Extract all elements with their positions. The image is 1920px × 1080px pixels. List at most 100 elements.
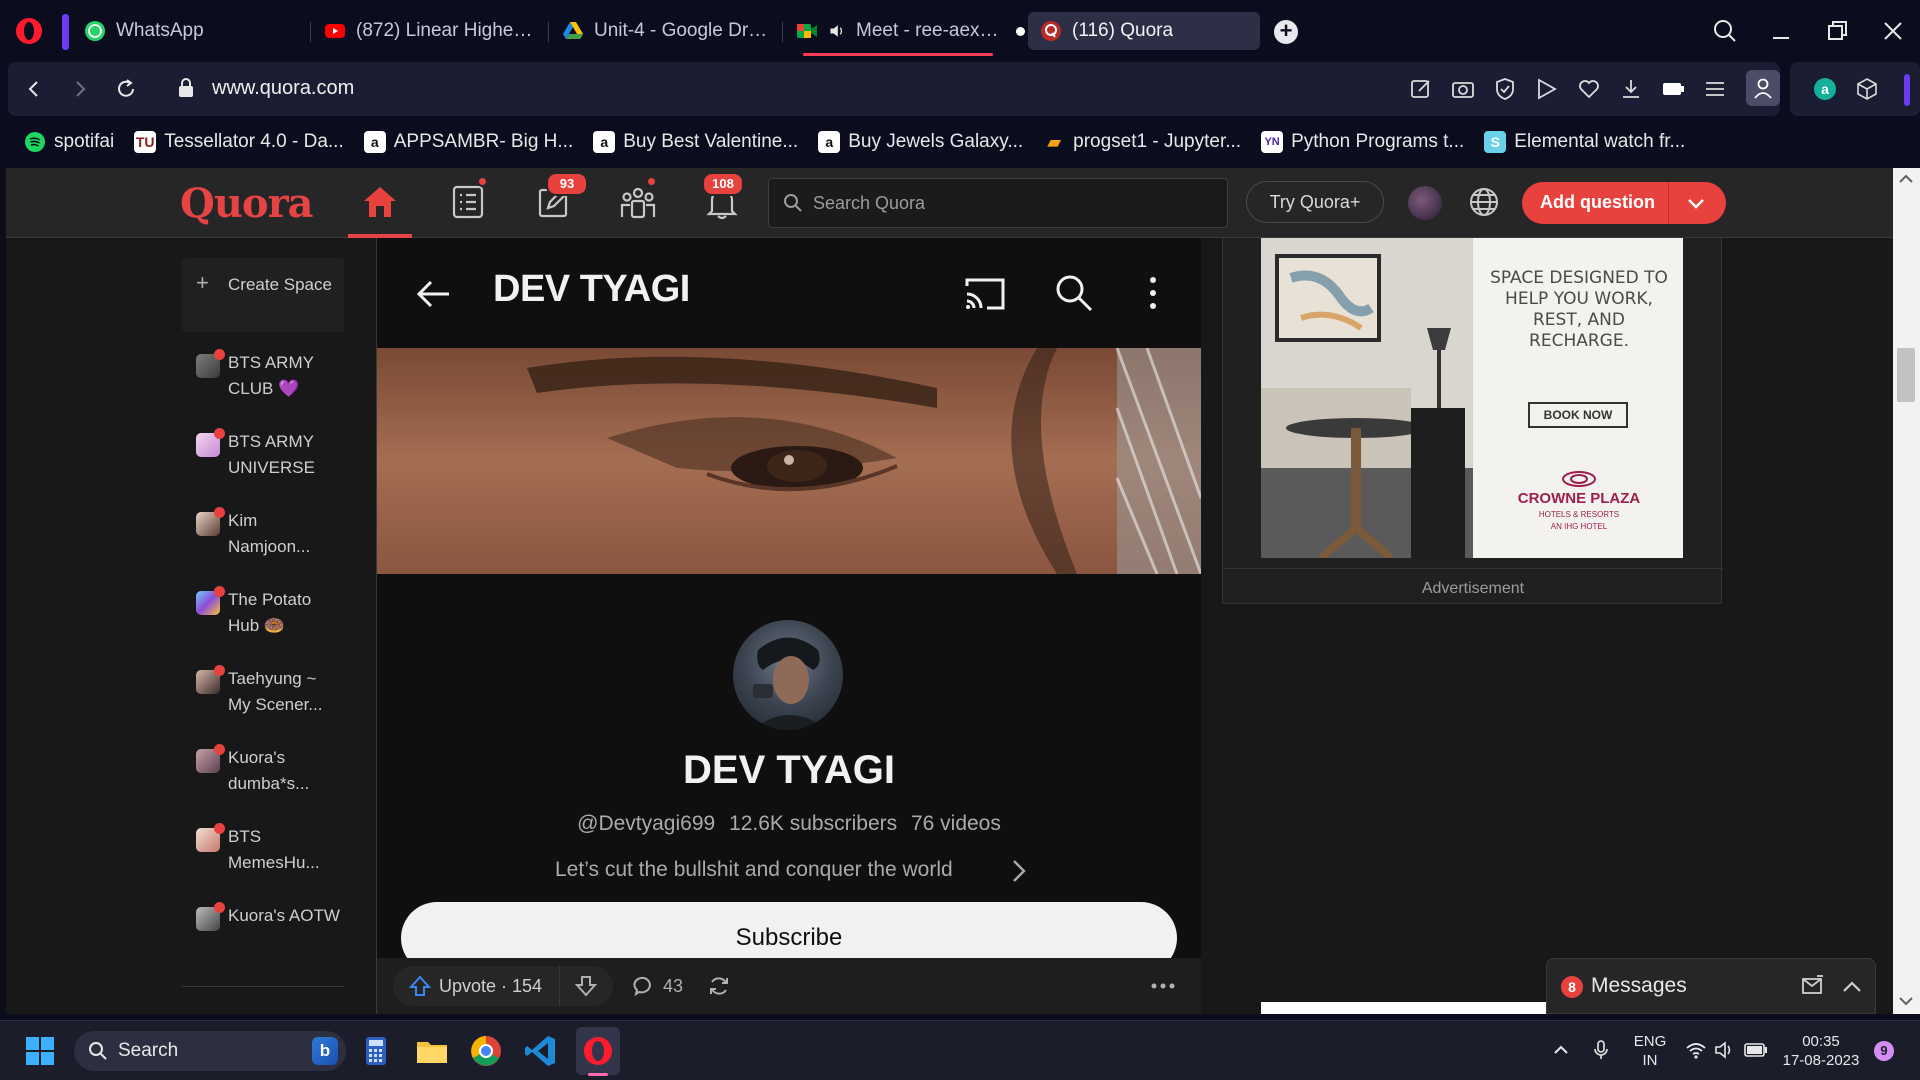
aria-icon[interactable]: a <box>1812 76 1838 102</box>
sidebar-item-space[interactable]: BTS ARMY UNIVERSE <box>182 427 344 487</box>
nav-home[interactable] <box>348 176 412 232</box>
lock-icon[interactable] <box>176 76 196 100</box>
add-question-button[interactable]: Add question <box>1522 182 1726 224</box>
download-icon[interactable] <box>1618 76 1644 102</box>
reload-icon[interactable] <box>112 75 140 103</box>
file-explorer-icon[interactable] <box>414 1033 450 1069</box>
taskbar-search[interactable]: Search b <box>74 1031 346 1071</box>
channel-description: Let’s cut the bullshit and conquer the w… <box>555 858 953 881</box>
tab-search-icon[interactable] <box>1708 14 1742 48</box>
bookmark-progset1[interactable]: ▰ progset1 - Jupyter... <box>1043 131 1241 153</box>
clock[interactable]: 00:35 17-08-2023 <box>1778 1032 1864 1070</box>
battery-saver-icon[interactable] <box>1660 76 1686 102</box>
comment-count[interactable]: 43 <box>663 976 683 997</box>
battery-icon[interactable] <box>1744 1042 1768 1058</box>
channel-avatar <box>733 620 843 730</box>
space-label: Kim Namjoon... <box>228 511 311 556</box>
ad-brand: CROWNE PLAZA <box>1517 490 1641 507</box>
close-icon[interactable] <box>1876 14 1910 48</box>
scroll-up-icon[interactable] <box>1899 174 1913 184</box>
bookmark-valentine[interactable]: a Buy Best Valentine... <box>593 131 798 153</box>
sidebar-item-space[interactable]: BTS ARMY CLUB 💜 <box>182 348 344 408</box>
more-horizontal-icon[interactable] <box>1149 978 1177 994</box>
minimize-icon[interactable] <box>1764 14 1798 48</box>
tab-quora[interactable]: (116) Quora <box>1028 12 1260 50</box>
search-icon <box>89 1042 107 1060</box>
tab-whatsapp[interactable]: WhatsApp <box>72 12 308 50</box>
create-space-button[interactable]: + Create Space <box>182 258 344 332</box>
scroll-down-icon[interactable] <box>1899 996 1913 1006</box>
scroll-thumb[interactable] <box>1897 348 1915 402</box>
volume-icon[interactable] <box>1714 1041 1734 1059</box>
opera-icon[interactable] <box>580 1033 616 1069</box>
comment-icon[interactable] <box>633 975 655 997</box>
chevron-up-icon[interactable] <box>1841 976 1863 998</box>
sidebar-accent <box>1904 74 1910 106</box>
tab-label: (116) Quora <box>1072 20 1174 41</box>
cube-icon[interactable] <box>1854 76 1880 102</box>
forward-icon[interactable] <box>66 75 94 103</box>
messages-dock[interactable]: 8 Messages <box>1546 958 1876 1014</box>
new-tab-button[interactable]: + <box>1274 20 1298 44</box>
downvote-icon[interactable] <box>575 975 597 997</box>
windows-start-icon[interactable] <box>22 1033 58 1069</box>
try-quora-plus-button[interactable]: Try Quora+ <box>1246 181 1384 223</box>
sidebar-toggle-strip[interactable] <box>62 14 69 50</box>
sidebar-item-space[interactable]: Kim Namjoon... <box>182 506 344 566</box>
tab-google-meet[interactable]: Meet - ree-aexg-aur <box>784 12 1020 50</box>
upvote-button[interactable]: Upvote · 154 <box>439 976 542 997</box>
quora-page: Quora 93 108 Search Quora Try Quora+ Add… <box>6 168 1899 1014</box>
notification-badge[interactable]: 9 <box>1874 1041 1894 1061</box>
bookmark-label: progset1 - Jupyter... <box>1073 131 1242 152</box>
share-icon[interactable] <box>707 974 731 998</box>
tab-google-drive[interactable]: Unit-4 - Google Drive <box>550 12 780 50</box>
nav-spaces[interactable] <box>606 176 670 232</box>
nav-following[interactable] <box>436 176 500 232</box>
restore-icon[interactable] <box>1820 14 1854 48</box>
sidebar-item-space[interactable]: Taehyung ~ My Scener... <box>182 664 344 724</box>
unread-dot <box>214 665 225 676</box>
space-label: BTS MemesHu... <box>228 827 320 872</box>
send-icon[interactable] <box>1534 76 1560 102</box>
sidebar-item-space[interactable]: Kuora's dumba*s... <box>182 743 344 803</box>
search-input[interactable]: Search Quora <box>768 178 1228 228</box>
wifi-icon[interactable] <box>1686 1041 1706 1059</box>
sidebar-item-space[interactable]: Kuora's AOTW <box>182 901 344 961</box>
bookmark-spotifai[interactable]: spotifai <box>24 131 114 153</box>
ad-image[interactable]: SPACE DESIGNED TO HELP YOU WORK, REST, A… <box>1261 238 1683 558</box>
bookmark-appsambr[interactable]: a APPSAMBR- Big H... <box>363 131 573 153</box>
profile-button[interactable] <box>1746 70 1780 106</box>
compose-icon[interactable] <box>1801 974 1825 998</box>
bookmark-jewels[interactable]: a Buy Jewels Galaxy... <box>818 131 1023 153</box>
unread-dot <box>214 586 225 597</box>
language-indicator[interactable]: ENG IN <box>1632 1032 1668 1070</box>
url-text[interactable]: www.quora.com <box>212 77 354 100</box>
bookmark-python-programs[interactable]: YN Python Programs t... <box>1261 131 1464 153</box>
shield-icon[interactable] <box>1492 76 1518 102</box>
tab-youtube[interactable]: (872) Linear Higher Ord <box>312 12 546 50</box>
easy-setup-icon[interactable] <box>1702 76 1728 102</box>
avatar[interactable] <box>1408 186 1442 220</box>
sidebar-item-space[interactable]: BTS MemesHu... <box>182 822 344 882</box>
vscode-icon[interactable] <box>522 1033 558 1069</box>
calculator-icon[interactable] <box>358 1033 394 1069</box>
upvote-icon[interactable] <box>409 975 431 997</box>
camera-icon[interactable] <box>1450 76 1476 102</box>
page-scrollbar[interactable] <box>1893 168 1920 1014</box>
post-image[interactable]: DEV TYAGI DEV TYAGI @Devtyagi699 12.6K s… <box>377 238 1201 958</box>
taskbar-search-label: Search <box>118 1040 179 1061</box>
chevron-up-icon[interactable] <box>1552 1041 1570 1059</box>
edit-icon[interactable] <box>1408 76 1434 102</box>
chrome-icon[interactable] <box>468 1033 504 1069</box>
microphone-icon[interactable] <box>1592 1039 1610 1061</box>
globe-icon[interactable] <box>1467 185 1501 219</box>
sidebar-item-space[interactable]: The Potato Hub 🍩 <box>182 585 344 645</box>
bing-icon[interactable]: b <box>312 1037 338 1065</box>
heart-icon[interactable] <box>1576 76 1602 102</box>
back-icon[interactable] <box>20 75 48 103</box>
opera-logo-icon[interactable] <box>14 16 44 46</box>
bookmark-tessellator[interactable]: TU Tessellator 4.0 - Da... <box>134 131 344 153</box>
bookmark-elemental-watch[interactable]: S Elemental watch fr... <box>1484 131 1685 153</box>
quora-logo[interactable]: Quora <box>180 180 314 227</box>
chevron-down-icon[interactable] <box>1686 194 1706 214</box>
